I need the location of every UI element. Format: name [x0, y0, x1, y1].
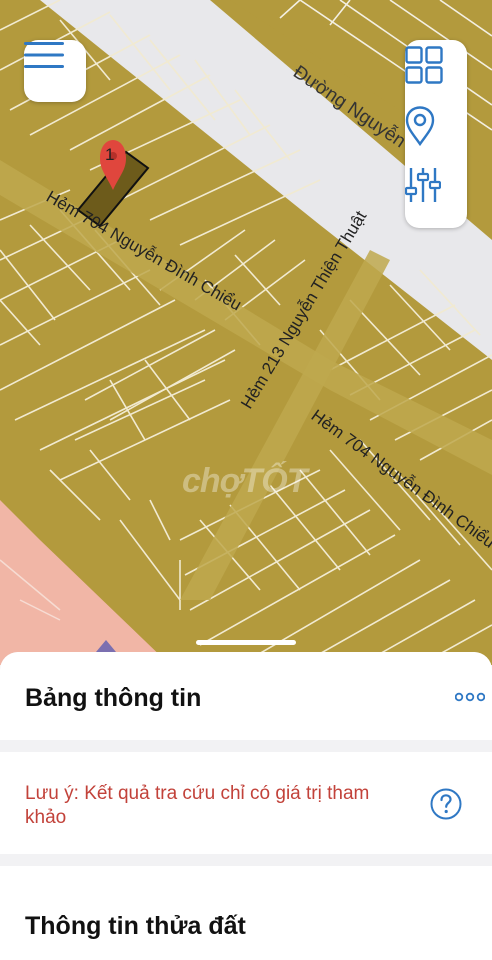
grid-icon: [405, 46, 443, 84]
watermark: chợTỐT: [182, 462, 307, 500]
hamburger-icon: [24, 42, 64, 68]
note-card: Lưu ý: Kết quả tra cứu chỉ có giá trị th…: [0, 752, 492, 854]
location-pin-icon: [405, 106, 435, 146]
map-tools-panel: [405, 40, 467, 228]
sheet-title: Bảng thông tin: [25, 684, 202, 712]
disclaimer-note: Lưu ý: Kết quả tra cứu chỉ có giá trị th…: [25, 783, 370, 828]
land-info-card: Thông tin thửa đất: [0, 866, 492, 960]
sheet-header: Bảng thông tin: [0, 652, 492, 740]
filter-button[interactable]: [405, 166, 467, 222]
land-info-title: Thông tin thửa đất: [25, 912, 246, 940]
marker-number: 1: [105, 145, 114, 164]
sliders-icon: [405, 168, 441, 202]
layers-grid-button[interactable]: [405, 46, 467, 102]
question-circle-icon[interactable]: [430, 788, 462, 820]
info-sheet[interactable]: Bảng thông tin Lưu ý: Kết quả tra cứu ch…: [0, 652, 492, 960]
map-view[interactable]: 1 Đường Nguyễn T t Hẻm 704 Nguyễn Đình C…: [0, 0, 492, 665]
sheet-drag-handle[interactable]: [196, 640, 296, 645]
menu-button[interactable]: [24, 40, 86, 102]
more-dots-icon[interactable]: [455, 690, 485, 704]
location-button[interactable]: [405, 106, 467, 162]
